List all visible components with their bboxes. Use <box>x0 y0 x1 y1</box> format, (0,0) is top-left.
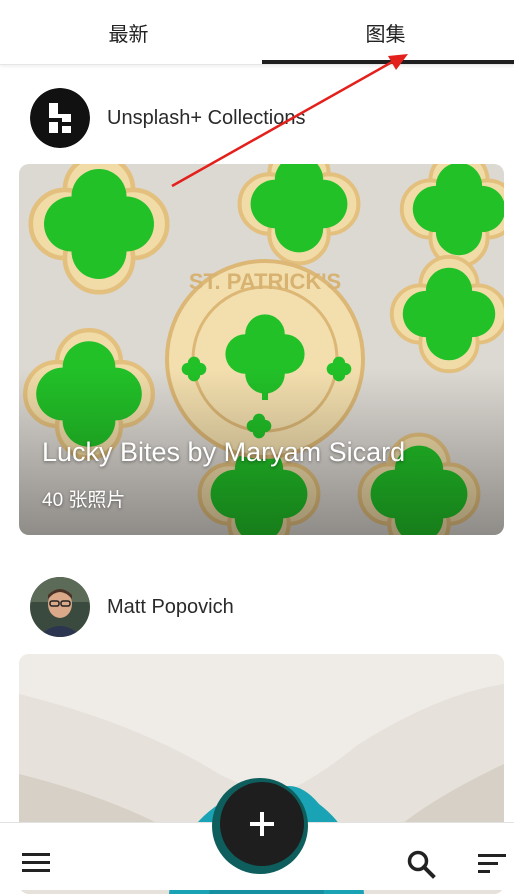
sort-icon[interactable] <box>478 853 506 880</box>
tab-latest[interactable]: 最新 <box>0 0 257 64</box>
tab-collections-label: 图集 <box>365 23 406 46</box>
author-name: Unsplash+ Collections <box>107 106 306 129</box>
author-name: Matt Popovich <box>107 595 234 618</box>
collection-card[interactable]: ST. PATRICK'S Lucky Bites by Maryam Sica… <box>19 164 504 535</box>
collection-title: Lucky Bites by Maryam Sicard <box>42 437 406 467</box>
collection-cover-image: ST. PATRICK'S <box>19 164 504 535</box>
active-tab-indicator <box>262 60 514 64</box>
plus-icon <box>250 812 274 836</box>
unsplash-plus-logo <box>30 88 90 148</box>
search-icon[interactable] <box>406 849 436 884</box>
collection-author[interactable]: Matt Popovich <box>30 577 234 637</box>
avatar <box>30 577 90 637</box>
collection-author[interactable]: Unsplash+ Collections <box>30 88 305 148</box>
add-photo-button[interactable] <box>220 782 304 866</box>
photo-count: 40 张照片 <box>42 490 126 511</box>
tab-latest-label: 最新 <box>108 23 149 46</box>
top-tab-bar: 最新 图集 <box>0 0 514 65</box>
tab-collections[interactable]: 图集 <box>257 0 514 64</box>
menu-icon[interactable] <box>22 852 50 879</box>
